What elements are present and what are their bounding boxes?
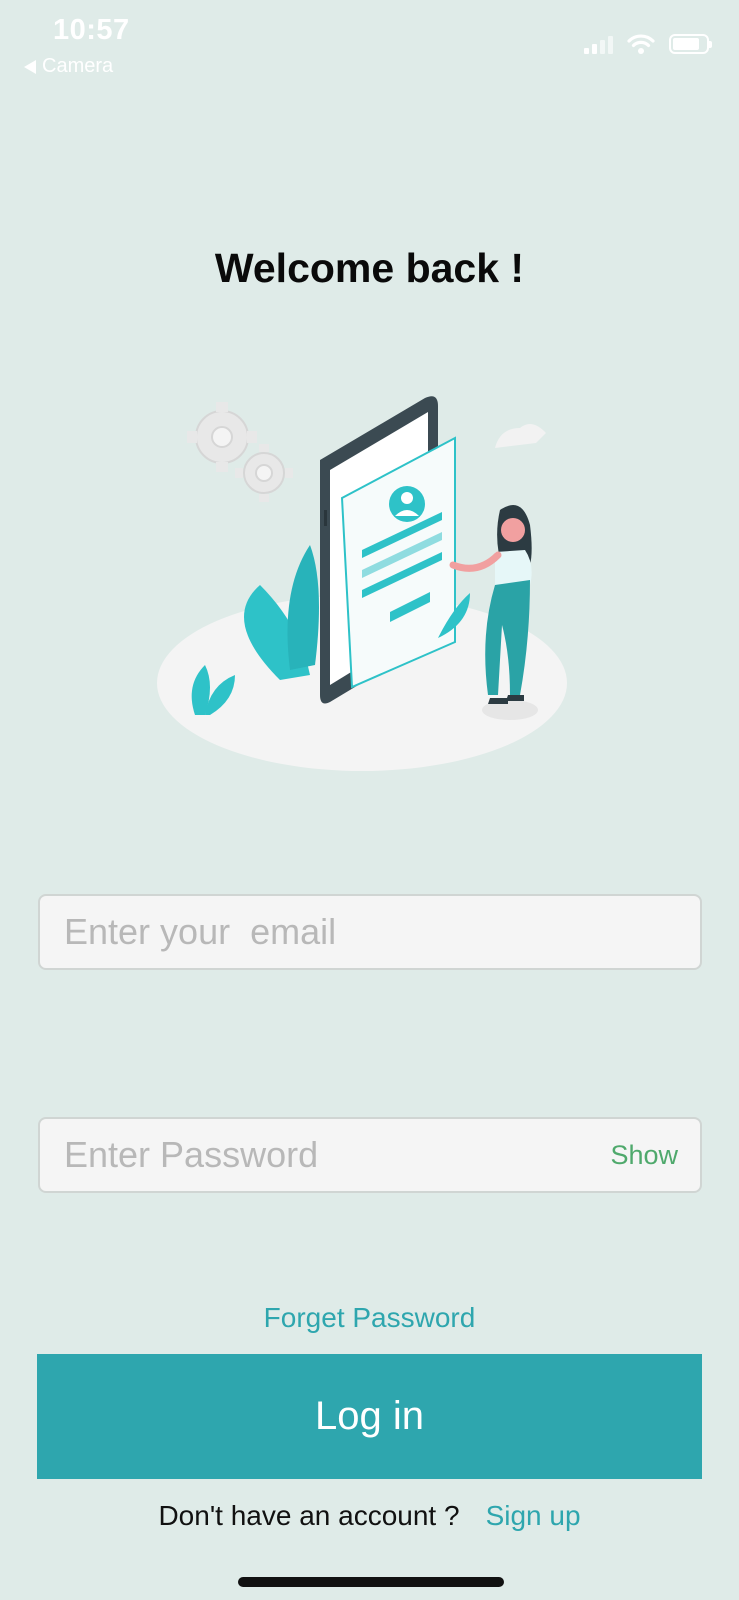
status-time: 10:57 — [53, 14, 130, 46]
login-button[interactable]: Log in — [37, 1354, 702, 1479]
login-illustration — [157, 396, 567, 771]
forgot-password-link[interactable]: Forget Password — [0, 1302, 739, 1334]
page-title: Welcome back ! — [214, 245, 525, 291]
password-field-container: Show — [38, 1117, 702, 1193]
signup-row: Don't have an account ? Sign up — [0, 1500, 739, 1532]
password-input[interactable] — [62, 1133, 611, 1177]
home-indicator[interactable] — [238, 1577, 504, 1587]
status-icons — [584, 33, 712, 55]
signup-link[interactable]: Sign up — [486, 1500, 581, 1532]
battery-icon — [669, 34, 712, 54]
show-password-button[interactable]: Show — [610, 1140, 678, 1171]
signal-icon — [584, 34, 613, 54]
signup-question: Don't have an account ? — [158, 1500, 460, 1531]
back-label: Camera — [42, 55, 114, 77]
email-field-container — [38, 894, 702, 970]
gear-icon — [195, 410, 285, 494]
wifi-icon — [627, 34, 655, 54]
back-to-camera[interactable]: Camera — [24, 55, 113, 78]
back-arrow-icon — [24, 59, 36, 74]
email-input[interactable] — [62, 910, 678, 954]
